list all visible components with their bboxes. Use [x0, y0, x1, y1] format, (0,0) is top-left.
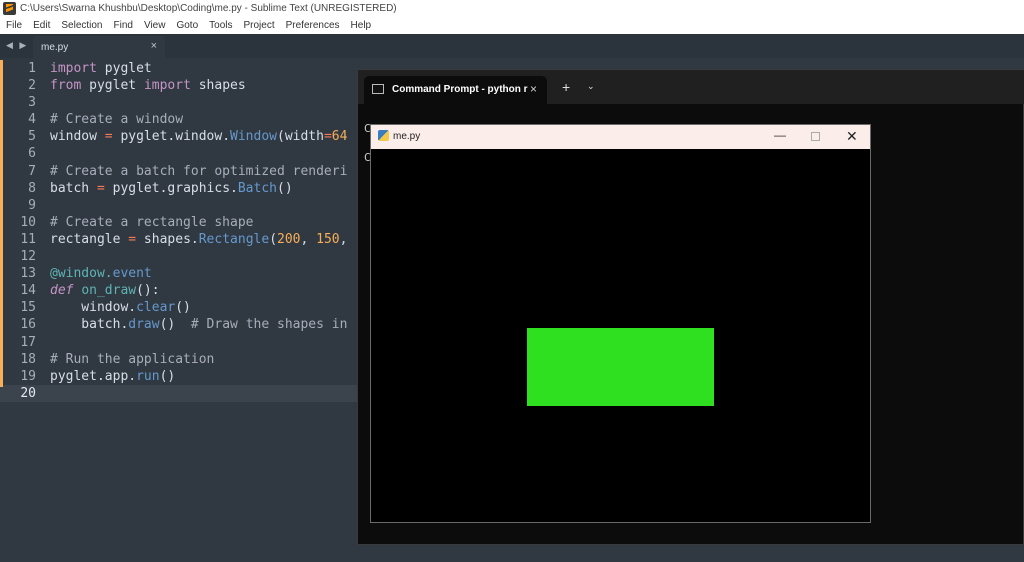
tab-label: me.py — [41, 42, 69, 53]
menu-find[interactable]: Find — [114, 20, 133, 31]
green-rectangle — [527, 328, 714, 406]
line-number: 7 — [28, 163, 36, 179]
code-line: # Run the application — [50, 351, 215, 367]
line-number: 13 — [20, 266, 36, 282]
code-text[interactable]: import pyglet from pyglet import shapes … — [50, 60, 360, 402]
menu-project[interactable]: Project — [244, 20, 275, 31]
line-number: 10 — [20, 214, 36, 230]
code-line: from pyglet import shapes — [50, 78, 246, 94]
line-number: 5 — [28, 129, 36, 145]
menu-bar: File Edit Selection Find View Goto Tools… — [0, 17, 1024, 34]
terminal-tab-label: Command Prompt - python r — [392, 84, 528, 95]
code-line: pyglet.app.run() — [50, 368, 176, 384]
line-number: 6 — [28, 146, 36, 162]
maximize-icon — [811, 132, 820, 141]
tab-nav-arrows-icon[interactable]: ◀ ▶ — [6, 40, 28, 51]
code-line: rectangle = shapes.Rectangle(200, 150, — [50, 231, 348, 247]
code-line: import pyglet — [50, 61, 152, 76]
line-number: 11 — [20, 231, 36, 247]
window-title-bar: C:\Users\Swarna Khushbu\Desktop\Coding\m… — [0, 0, 1024, 17]
terminal-icon — [372, 84, 384, 94]
code-line: batch.draw() # Draw the shapes in — [50, 317, 348, 333]
line-number: 18 — [20, 351, 36, 367]
code-line: window.clear() — [50, 300, 191, 316]
line-number: 14 — [20, 283, 36, 299]
menu-file[interactable]: File — [6, 20, 22, 31]
pyglet-canvas — [371, 149, 870, 522]
line-number: 12 — [20, 249, 36, 265]
code-line: batch = pyglet.graphics.Batch() — [50, 180, 293, 196]
menu-selection[interactable]: Selection — [61, 20, 102, 31]
tab-strip: ◀ ▶ me.py × — [0, 34, 1024, 58]
tab-close-icon[interactable]: × — [151, 40, 157, 52]
line-number: 9 — [28, 197, 36, 213]
pyglet-window[interactable]: me.py — ✕ — [370, 124, 871, 523]
line-number: 2 — [28, 78, 36, 94]
close-icon[interactable]: × — [530, 82, 537, 96]
pyglet-window-title: me.py — [393, 131, 421, 142]
code-line: def on_draw(): — [50, 283, 160, 299]
terminal-tab-bar: Command Prompt - python r × + ⌄ — [358, 70, 1024, 104]
line-number: 3 — [28, 95, 36, 111]
line-number: 17 — [20, 334, 36, 350]
menu-goto[interactable]: Goto — [176, 20, 198, 31]
code-line: @window.event — [50, 266, 152, 282]
line-number-gutter: 1 2 3 4 5 6 7 8 9 10 11 12 13 14 15 16 1… — [0, 60, 36, 402]
window-title: C:\Users\Swarna Khushbu\Desktop\Coding\m… — [20, 3, 397, 14]
pyglet-title-bar[interactable]: me.py — ✕ — [371, 125, 870, 149]
menu-preferences[interactable]: Preferences — [286, 20, 340, 31]
line-number-active: 20 — [20, 385, 36, 401]
menu-help[interactable]: Help — [351, 20, 372, 31]
code-line: # Create a window — [50, 112, 184, 128]
python-icon — [378, 130, 389, 141]
menu-edit[interactable]: Edit — [33, 20, 50, 31]
menu-tools[interactable]: Tools — [209, 20, 232, 31]
line-number: 8 — [28, 180, 36, 196]
line-number: 4 — [28, 112, 36, 128]
code-line: # Create a batch for optimized renderi — [50, 163, 348, 179]
sublime-icon — [3, 2, 16, 15]
line-number: 19 — [20, 368, 36, 384]
line-number: 1 — [28, 61, 36, 76]
code-line: # Create a rectangle shape — [50, 214, 254, 230]
chevron-down-icon[interactable]: ⌄ — [587, 81, 595, 92]
menu-view[interactable]: View — [144, 20, 166, 31]
line-number: 16 — [20, 317, 36, 333]
close-icon[interactable]: ✕ — [846, 128, 858, 145]
terminal-tab[interactable]: Command Prompt - python r × — [364, 76, 547, 104]
minimize-icon[interactable]: — — [774, 128, 786, 142]
line-number: 15 — [20, 300, 36, 316]
tab-me-py[interactable]: me.py × — [33, 36, 165, 58]
new-tab-icon[interactable]: + — [562, 79, 570, 95]
code-line: window = pyglet.window.Window(width=64 — [50, 129, 348, 145]
